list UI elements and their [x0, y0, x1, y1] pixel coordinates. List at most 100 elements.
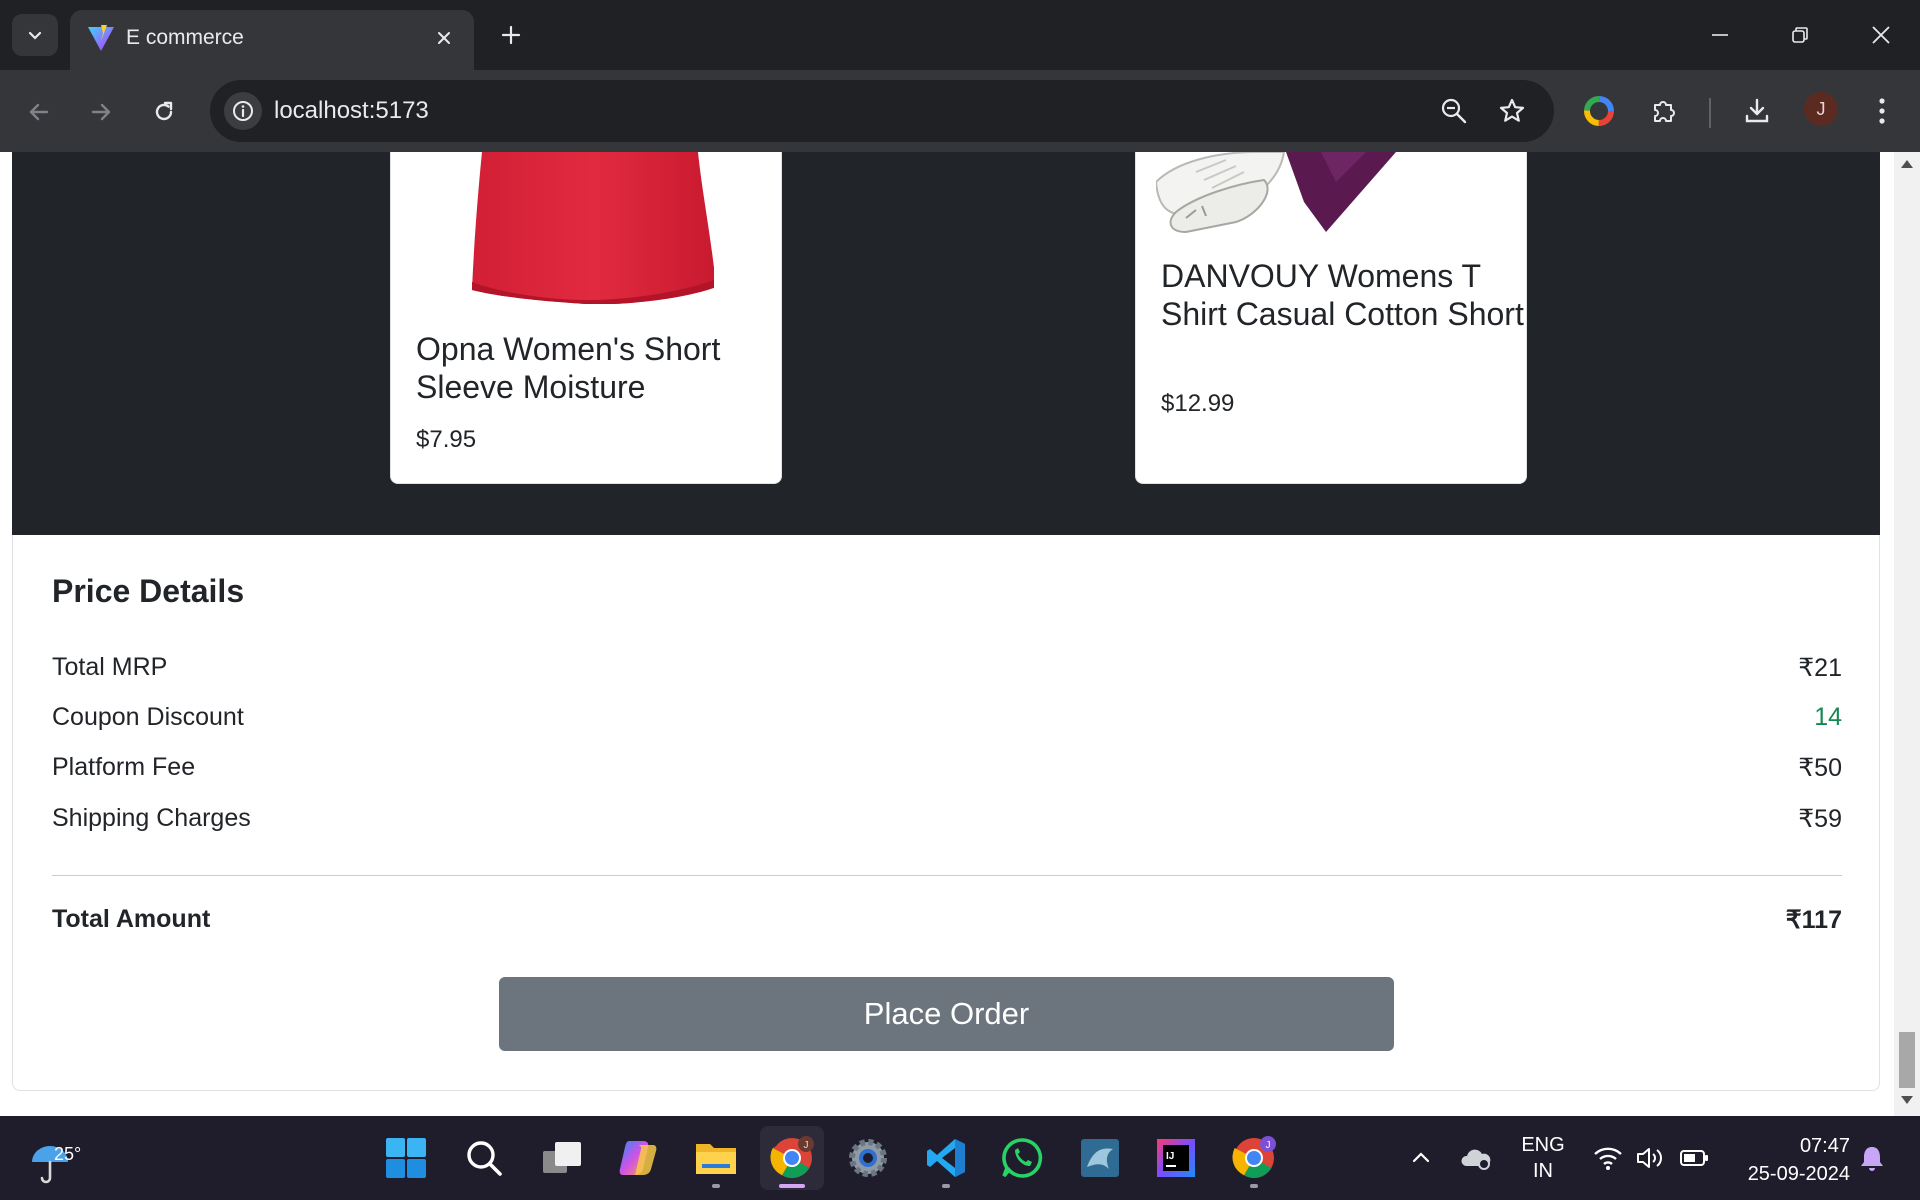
vscode-icon [927, 1139, 965, 1177]
bookmark-button[interactable] [1494, 93, 1530, 129]
product-title[interactable]: Opna Women's Short Sleeve Moisture [416, 330, 781, 406]
product-grid-section: Opna Women's Short Sleeve Moisture $7.95… [12, 152, 1880, 535]
page-viewport: Opna Women's Short Sleeve Moisture $7.95… [0, 152, 1920, 1116]
start-button[interactable] [374, 1126, 438, 1190]
total-amount-label: Total Amount [52, 905, 211, 933]
wifi-tray-button[interactable] [1592, 1142, 1624, 1174]
file-explorer-icon [696, 1144, 736, 1174]
chrome-taskbar-button[interactable]: J [760, 1126, 824, 1190]
copilot-icon [619, 1141, 657, 1175]
product-card[interactable]: DANVOUY Womens T Shirt Casual Cotton Sho… [1135, 152, 1527, 484]
language-indicator[interactable]: ENG IN [1516, 1132, 1570, 1184]
tab-e-commerce[interactable]: E commerce [70, 10, 474, 70]
file-explorer-button[interactable] [684, 1126, 748, 1190]
address-bar[interactable]: localhost:5173 [210, 80, 1554, 142]
battery-icon [1680, 1150, 1708, 1166]
region-code: IN [1533, 1160, 1553, 1182]
notifications-button[interactable] [1856, 1142, 1888, 1174]
product-price: $7.95 [416, 426, 477, 453]
info-icon [233, 101, 253, 121]
intellij-taskbar-button[interactable]: IJ [1144, 1126, 1208, 1190]
browser-menu-button[interactable] [1860, 89, 1904, 133]
chrome-profile-taskbar-button[interactable]: J [1222, 1126, 1286, 1190]
onedrive-tray-button[interactable] [1460, 1142, 1492, 1174]
url-text[interactable]: localhost:5173 [274, 97, 429, 125]
app-running-indicator [1250, 1184, 1258, 1188]
chrome-icon: J [770, 1136, 814, 1178]
tab-list-button[interactable] [12, 14, 58, 56]
price-label: Platform Fee [52, 753, 196, 781]
download-icon [1745, 98, 1769, 123]
vite-logo-icon [88, 25, 114, 51]
kebab-menu-icon [1879, 98, 1885, 124]
price-row-coupon-discount: Coupon Discount 14 [52, 703, 1842, 737]
chrome-profile-icon: J [1232, 1136, 1276, 1178]
color-wheel-icon [1584, 96, 1614, 126]
price-row-platform-fee: Platform Fee ₹50 [52, 753, 1842, 787]
svg-text:IJ: IJ [1166, 1151, 1174, 1162]
show-hidden-icons-button[interactable] [1405, 1142, 1437, 1174]
onedrive-icon [1461, 1149, 1491, 1170]
app-running-indicator [942, 1184, 950, 1188]
price-value: ₹50 [1798, 754, 1842, 782]
site-info-button[interactable] [224, 92, 262, 130]
minimize-button[interactable] [1696, 14, 1744, 56]
taskbar-search-button[interactable] [452, 1126, 516, 1190]
scrollbar-thumb[interactable] [1899, 1032, 1915, 1088]
close-window-button[interactable] [1857, 14, 1905, 56]
scroll-down-arrow-icon[interactable] [1901, 1096, 1913, 1104]
intellij-icon: IJ [1157, 1139, 1195, 1177]
whatsapp-icon [1002, 1138, 1043, 1178]
reload-icon [155, 101, 173, 121]
price-label: Total MRP [52, 653, 168, 681]
sneakers-and-scarf-image [1156, 152, 1396, 234]
weather-temperature: 25° [54, 1144, 82, 1164]
svg-text:J: J [1266, 1140, 1271, 1151]
windows-start-icon [386, 1138, 426, 1178]
chevron-up-icon [1412, 1152, 1430, 1163]
place-order-button[interactable]: Place Order [499, 977, 1394, 1051]
price-label: Coupon Discount [52, 703, 244, 731]
whatsapp-taskbar-button[interactable] [990, 1126, 1054, 1190]
downloads-button[interactable] [1735, 89, 1779, 133]
product-card[interactable]: Opna Women's Short Sleeve Moisture $7.95 [390, 152, 782, 484]
settings-taskbar-button[interactable] [836, 1126, 900, 1190]
tab-title: E commerce [126, 26, 244, 49]
star-icon [1499, 98, 1525, 122]
close-tab-button[interactable] [430, 24, 458, 52]
extensions-button[interactable] [1642, 89, 1686, 133]
forward-button[interactable] [79, 90, 123, 134]
profile-avatar[interactable]: J [1804, 92, 1838, 126]
weather-widget[interactable]: 25° [30, 1128, 100, 1188]
red-shirt-image [472, 152, 714, 304]
price-value: ₹21 [1798, 654, 1842, 682]
restore-button[interactable] [1776, 14, 1824, 56]
clock-time: 07:47 [1799, 1135, 1850, 1157]
price-value: 14 [1814, 703, 1842, 731]
page-scrollbar[interactable] [1894, 152, 1920, 1116]
copilot-button[interactable] [606, 1126, 670, 1190]
color-extension-button[interactable] [1577, 89, 1621, 133]
close-icon [1872, 26, 1890, 44]
price-divider [52, 875, 1842, 876]
price-row-shipping-charges: Shipping Charges ₹59 [52, 804, 1842, 838]
vscode-taskbar-button[interactable] [914, 1126, 978, 1190]
reload-button[interactable] [142, 90, 186, 134]
volume-tray-button[interactable] [1634, 1142, 1666, 1174]
product-title[interactable]: DANVOUY Womens T Shirt Casual Cotton Sho… [1161, 257, 1526, 333]
notification-bell-icon [1861, 1147, 1883, 1171]
clock[interactable]: 07:47 25-09-2024 [1730, 1132, 1850, 1188]
back-button[interactable] [17, 90, 61, 134]
battery-tray-button[interactable] [1678, 1142, 1710, 1174]
mysql-workbench-icon [1081, 1139, 1119, 1177]
task-view-button[interactable] [530, 1126, 594, 1190]
price-label: Shipping Charges [52, 804, 251, 832]
arrow-left-icon [29, 103, 49, 121]
chevron-down-icon [28, 31, 42, 40]
new-tab-button[interactable] [490, 16, 532, 54]
price-row-total-mrp: Total MRP ₹21 [52, 653, 1842, 687]
zoom-button[interactable] [1436, 93, 1472, 129]
scroll-up-arrow-icon[interactable] [1901, 160, 1913, 168]
volume-icon [1637, 1148, 1662, 1168]
mysql-workbench-taskbar-button[interactable] [1068, 1126, 1132, 1190]
